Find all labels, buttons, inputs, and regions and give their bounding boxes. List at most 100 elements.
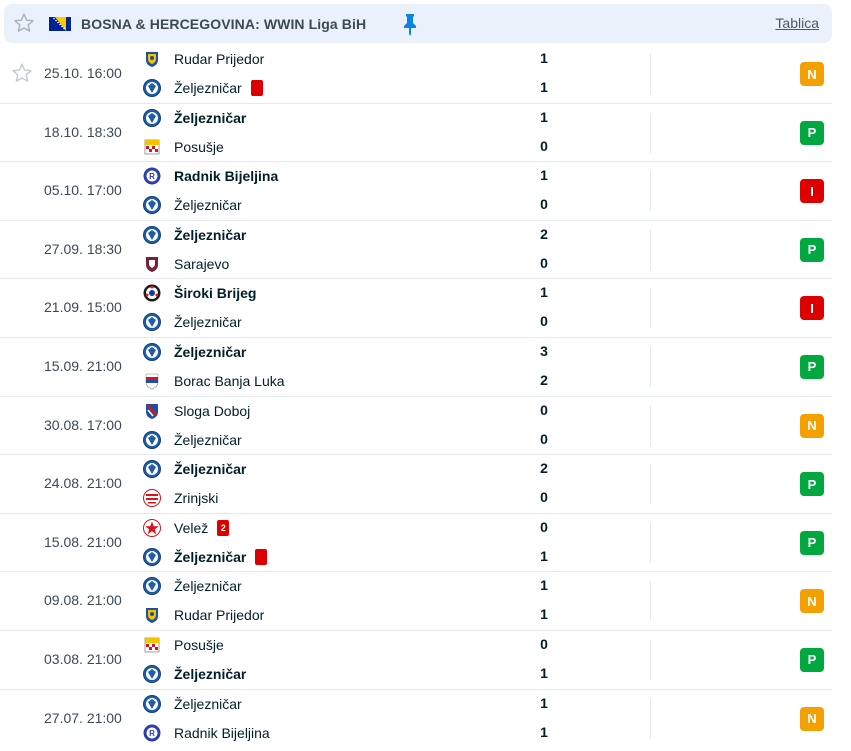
away-score: 0 [540,137,548,154]
home-team[interactable]: Široki Brijeg [143,282,256,304]
table-link[interactable]: Tablica [775,15,819,31]
league-header: BOSNA & HERCEGOVINA: WWIN Liga BiH Tabli… [4,4,832,43]
match-row[interactable]: 09.08. 21:00 Željezničar 1 Rudar Prijedor 1 N [0,572,832,631]
row-divider [650,698,651,739]
row-divider [650,346,651,387]
zeljo-logo-icon [143,313,161,332]
row-divider [650,229,651,270]
away-score: 0 [540,430,548,447]
zeljo-logo-icon [143,225,161,244]
row-divider [650,464,651,505]
away-team[interactable]: R Radnik Bijeljina [143,722,270,744]
match-row[interactable]: 03.08. 21:00 Posušje 0 Željezničar 1 P [0,631,832,690]
away-score: 0 [540,254,548,271]
away-team[interactable]: Željezničar [143,311,242,333]
svg-text:R: R [149,172,155,181]
away-team[interactable]: Sarajevo [143,253,229,275]
sloga-logo-icon [146,403,158,419]
rudar-logo-icon [146,608,158,624]
home-score: 1 [540,108,548,125]
match-row[interactable]: 24.08. 21:00 Željezničar 2 Zrinjski 0 P [0,455,832,514]
home-team[interactable]: Željezničar [143,458,246,480]
away-team[interactable]: Posušje [143,136,224,158]
match-row[interactable]: 21.09. 15:00 Široki Brijeg 1 Željezničar 0 I [0,279,832,338]
away-score: 1 [540,664,548,681]
match-row[interactable]: 27.07. 21:00 Željezničar 1 R Radnik Bijeljin… [0,690,832,748]
away-team[interactable]: Željezničar [143,429,242,451]
result-badge: N [800,589,824,614]
home-team[interactable]: Željezničar [143,575,242,597]
zeljo-logo-icon [143,694,161,713]
home-team[interactable]: R Radnik Bijeljina [143,165,278,187]
match-row[interactable]: 05.10. 17:00 R Radnik Bijeljina 1 Željezniča… [0,162,832,221]
away-team[interactable]: Rudar Prijedor [143,604,264,626]
match-row[interactable]: 18.10. 18:30 Željezničar 1 Posušje 0 P [0,104,832,163]
away-score: 1 [540,79,548,95]
home-score: 1 [540,694,548,711]
match-time: 27.07. 21:00 [44,709,122,726]
zeljo-logo-icon [143,664,161,683]
away-team-name: Željezničar [174,80,242,96]
match-row[interactable]: 15.09. 21:00 Željezničar 3 Borac Banja Luka… [0,338,832,397]
home-team[interactable]: Željezničar [143,224,246,246]
home-team-name: Željezničar [174,461,247,478]
away-team[interactable]: Željezničar [143,546,268,568]
posusje-logo-icon [144,139,160,154]
match-time: 30.08. 17:00 [44,416,122,433]
match-time: 18.10. 18:30 [44,123,122,140]
away-score: 2 [540,371,548,388]
away-score: 0 [540,489,548,506]
away-team-name: Željezničar [174,197,242,214]
home-score: 0 [540,401,548,418]
away-team-name: Radnik Bijeljina [174,724,270,741]
velez-logo-icon [143,518,161,537]
away-score: 1 [540,606,548,623]
home-team[interactable]: Posušje [143,634,224,656]
home-team-name: Široki Brijeg [174,285,257,302]
home-team-name: Sloga Doboj [174,402,251,419]
result-badge: P [800,647,824,672]
home-team-name: Željezničar [174,343,247,360]
match-row[interactable]: 30.08. 17:00 Sloga Doboj 0 Željezničar 0 N [0,397,832,456]
away-team-name: Borac Banja Luka [174,372,285,389]
favorite-match-star-icon[interactable] [11,62,33,84]
result-badge: N [800,706,824,731]
home-team[interactable]: Željezničar [143,693,242,715]
away-team[interactable]: Željezničar [143,194,242,216]
zrinjski-logo-icon [143,489,161,508]
pin-icon[interactable] [402,12,418,36]
away-team[interactable]: Borac Banja Luka [143,370,285,392]
away-team[interactable]: Željezničar [143,77,263,99]
favorite-league-star-icon[interactable] [13,12,35,34]
match-row[interactable]: 27.09. 18:30 Željezničar 2 Sarajevo 0 P [0,221,832,280]
home-score: 2 [540,460,548,477]
away-team[interactable]: Zrinjski [143,487,218,509]
match-time: 09.08. 21:00 [44,592,122,609]
home-team-name: Željezničar [174,578,242,595]
row-divider [650,288,651,329]
row-divider [650,54,651,94]
home-team[interactable]: Željezničar [143,341,246,363]
home-score: 2 [540,225,548,242]
home-team-name: Posušje [174,636,224,653]
row-divider [650,581,651,622]
posusje-logo-icon [144,637,160,653]
match-row[interactable]: 25.10. 16:00 Rudar Prijedor 1 Željezničar 1 N [0,45,832,104]
away-score: 1 [540,723,548,740]
match-row[interactable]: 15.08. 21:00 Velež 2 0 Željezničar 1 P [0,514,832,573]
match-time: 03.08. 21:00 [44,650,122,667]
result-badge: P [800,237,824,262]
red-card-icon [255,548,268,565]
home-team[interactable]: Velež 2 [143,517,230,539]
result-badge: P [800,120,824,145]
away-team[interactable]: Željezničar [143,663,246,685]
home-score: 1 [540,50,548,66]
league-title[interactable]: BOSNA & HERCEGOVINA: WWIN Liga BiH [81,16,366,32]
home-team[interactable]: Rudar Prijedor [143,48,264,70]
home-score: 1 [540,167,548,184]
result-badge: I [800,296,824,321]
home-team[interactable]: Sloga Doboj [143,400,250,422]
bosnia-flag-icon [49,17,71,31]
zeljo-logo-icon [143,342,161,361]
home-team[interactable]: Željezničar [143,107,246,129]
